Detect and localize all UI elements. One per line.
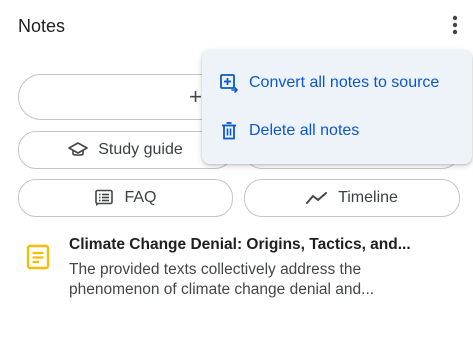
timeline-button[interactable]: Timeline xyxy=(244,179,460,217)
panel-title: Notes xyxy=(18,16,66,36)
more-vert-icon xyxy=(452,15,458,35)
faq-icon xyxy=(94,189,114,207)
note-title: Climate Change Denial: Origins, Tactics,… xyxy=(69,236,411,253)
delete-all-notes-label: Delete all notes xyxy=(249,122,360,139)
graduation-cap-icon xyxy=(68,141,89,159)
study-guide-button[interactable]: Study guide xyxy=(18,131,233,169)
note-icon xyxy=(26,244,50,275)
note-snippet: The provided texts collectively address … xyxy=(69,261,375,298)
timeline-label: Timeline xyxy=(338,189,398,206)
more-options-button[interactable] xyxy=(440,10,470,40)
faq-label: FAQ xyxy=(124,189,157,206)
convert-all-notes-menu-item[interactable]: Convert all notes to source xyxy=(202,61,472,105)
faq-button[interactable]: FAQ xyxy=(18,179,233,217)
convert-to-source-icon xyxy=(219,73,239,93)
trash-icon xyxy=(219,121,239,141)
notes-options-menu: Convert all notes to source Delete all n… xyxy=(202,50,472,164)
convert-all-notes-label: Convert all notes to source xyxy=(249,74,440,91)
delete-all-notes-menu-item[interactable]: Delete all notes xyxy=(202,109,472,153)
add-note-label: + xyxy=(189,84,202,109)
study-guide-label: Study guide xyxy=(98,141,183,158)
timeline-icon xyxy=(306,190,328,206)
add-note-button[interactable]: + xyxy=(18,74,233,120)
